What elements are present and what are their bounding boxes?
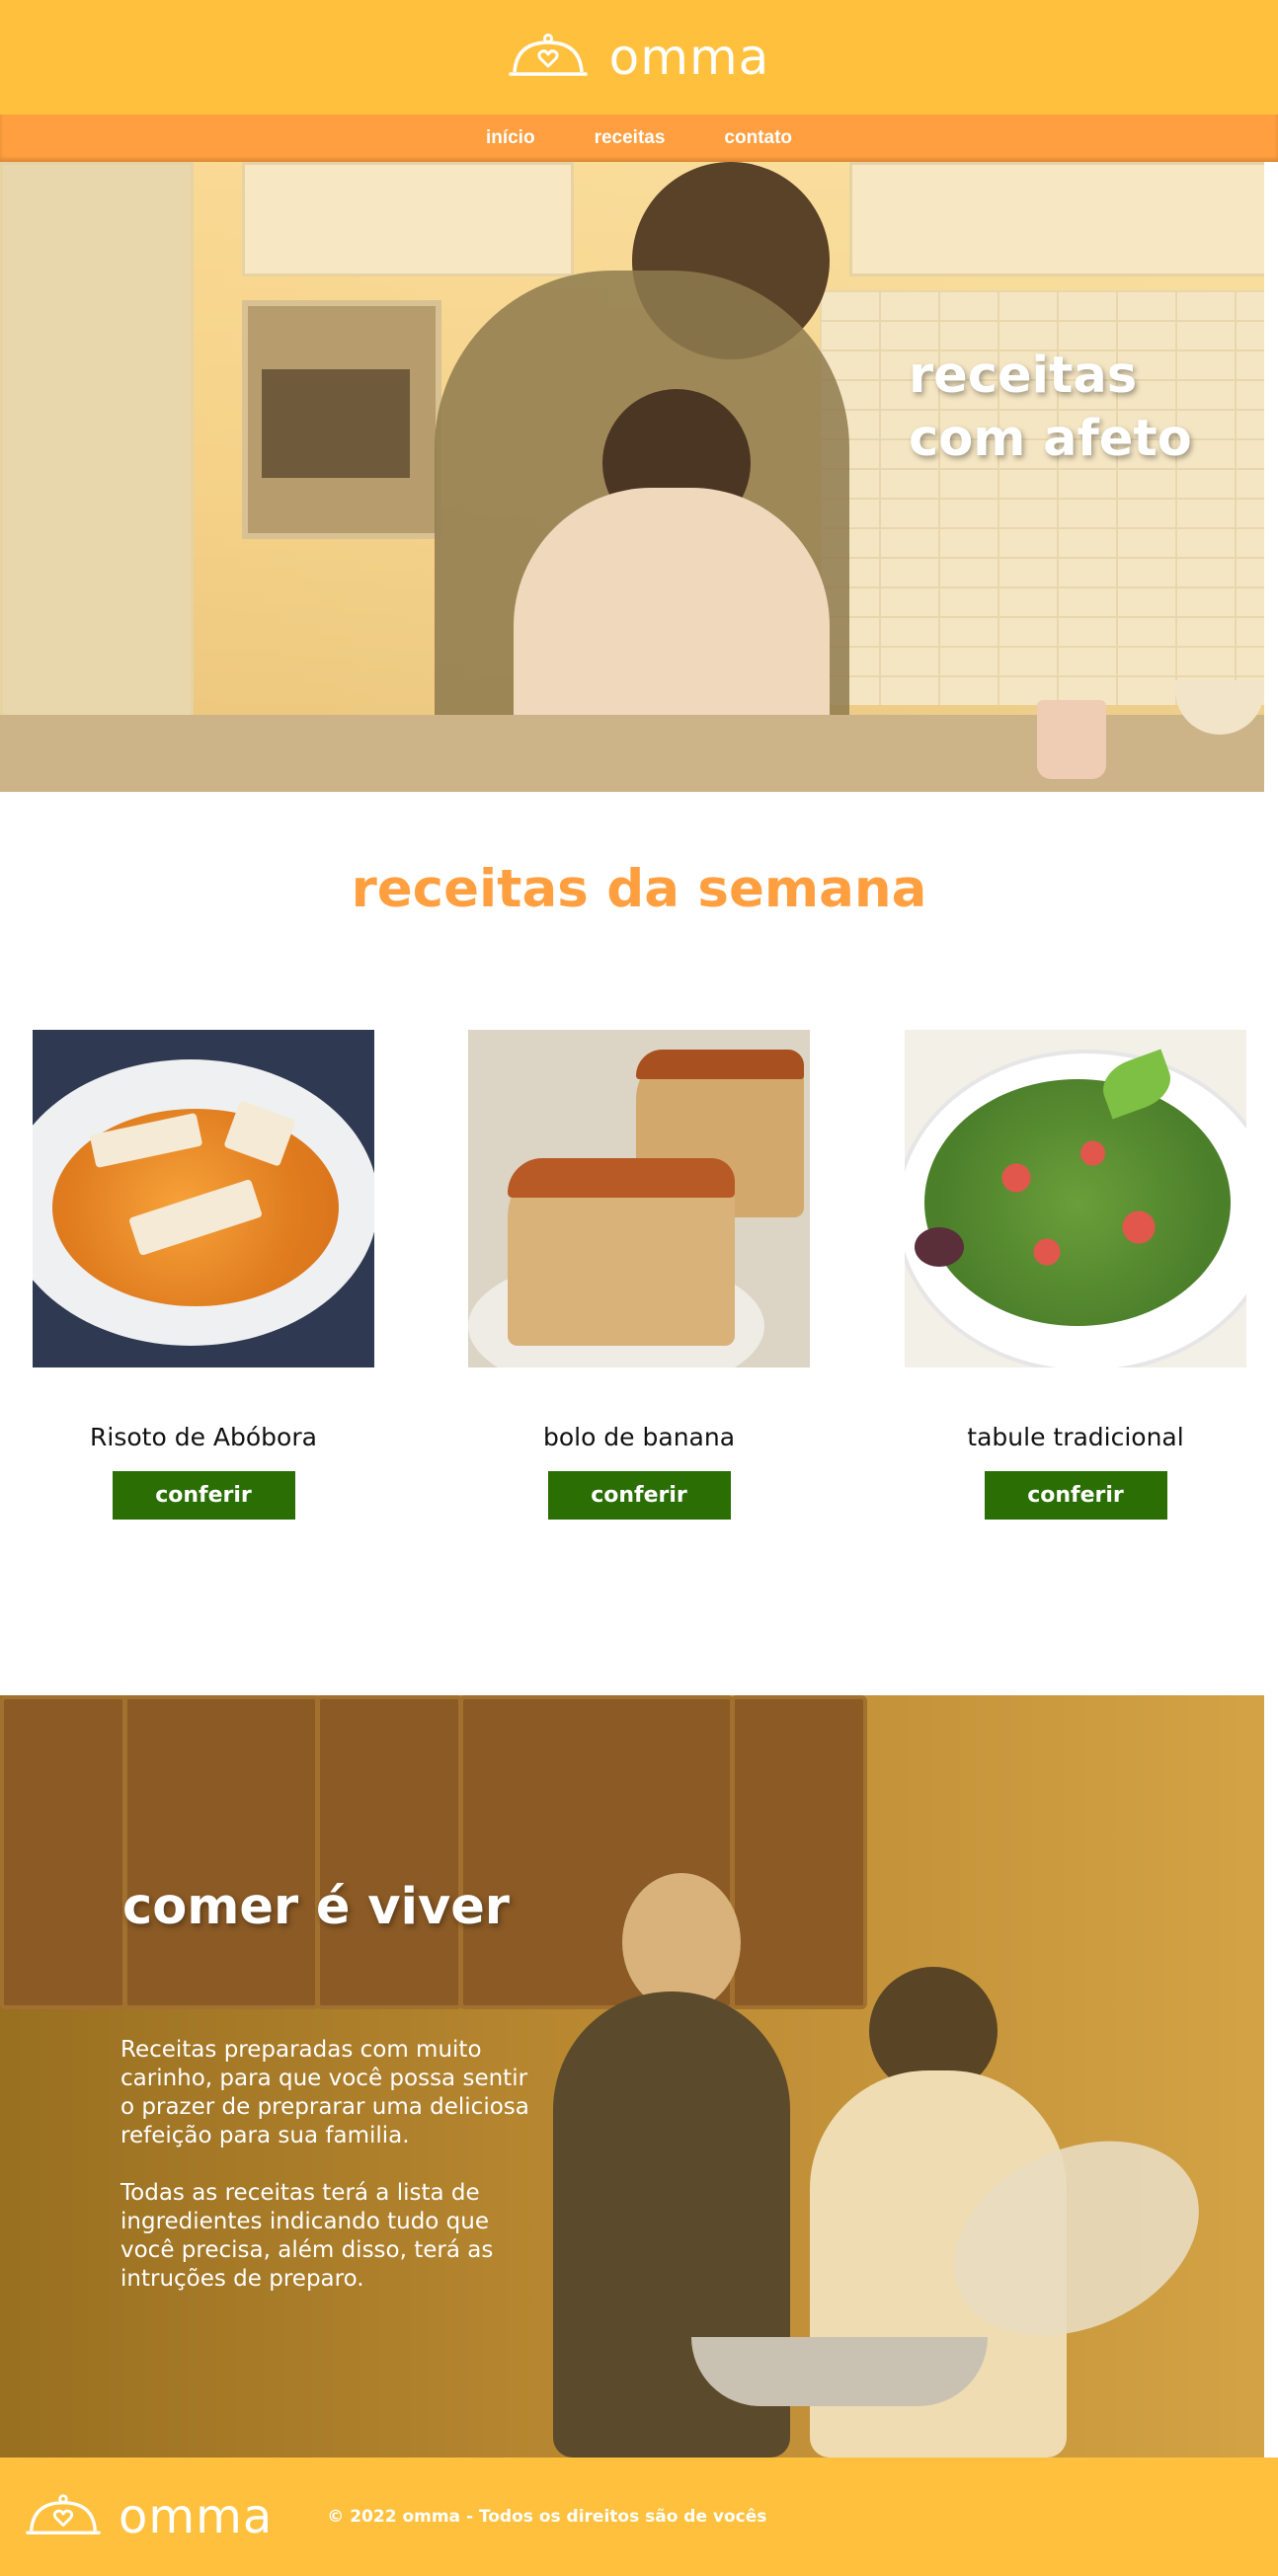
recipe-card: tabule tradicional conferir	[905, 1030, 1246, 1520]
hero-banner: receitas com afeto	[0, 162, 1264, 792]
conferir-button[interactable]: conferir	[547, 1471, 731, 1520]
main-nav: início receitas contato	[0, 115, 1278, 162]
site-footer: omma © 2022 omma - Todos os direitos são…	[0, 2458, 1278, 2576]
conferir-button[interactable]: conferir	[984, 1471, 1167, 1520]
copyright-text: © 2022 omma - Todos os direitos são de v…	[327, 2507, 767, 2527]
cloche-heart-icon	[26, 2494, 101, 2535]
logo-text: omma	[608, 29, 770, 86]
nav-item-contato[interactable]: contato	[724, 127, 792, 149]
recipe-card: Risoto de Abóbora conferir	[33, 1030, 374, 1520]
cloche-heart-icon	[508, 34, 588, 76]
logo-text: omma	[119, 2489, 274, 2544]
nav-item-inicio[interactable]: início	[486, 127, 535, 149]
conferir-button[interactable]: conferir	[112, 1471, 295, 1520]
banner-paragraph: Receitas preparadas com muito carinho, p…	[120, 2037, 529, 2148]
about-banner: comer é viver Receitas preparadas com mu…	[0, 1695, 1264, 2458]
recipe-image-tabule[interactable]	[905, 1030, 1246, 1367]
site-header: omma	[0, 0, 1278, 115]
hero-title-line1: receitas	[909, 347, 1138, 405]
recipe-card: bolo de banana conferir	[468, 1030, 810, 1520]
banner-title: comer é viver	[122, 1878, 510, 1936]
recipe-name: bolo de banana	[542, 1423, 736, 1451]
section-title-weekly: receitas da semana	[351, 859, 927, 919]
nav-item-receitas[interactable]: receitas	[595, 127, 666, 149]
recipe-image-bolo[interactable]	[468, 1030, 810, 1367]
recipe-name: tabule tradicional	[967, 1423, 1184, 1451]
recipe-name: Risoto de Abóbora	[90, 1423, 317, 1451]
logo[interactable]: omma	[508, 29, 770, 86]
hero-title: receitas com afeto	[909, 345, 1192, 471]
banner-paragraph: Todas as receitas terá a lista de ingred…	[120, 2180, 494, 2292]
hero-title-line2: com afeto	[909, 410, 1192, 468]
footer-logo[interactable]: omma	[26, 2489, 273, 2544]
recipe-image-risoto[interactable]	[33, 1030, 374, 1367]
